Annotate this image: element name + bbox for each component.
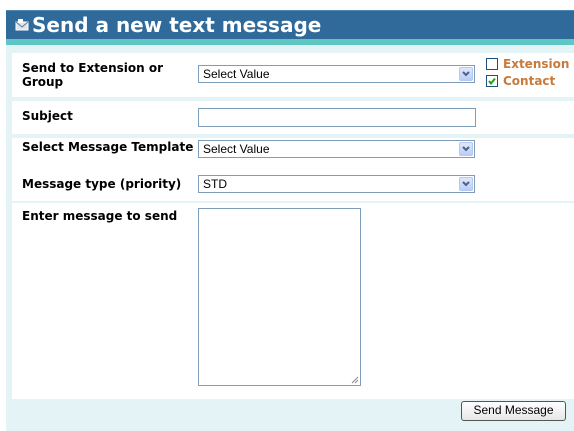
message-row: Enter message to send [12,203,574,399]
extension-checkbox[interactable] [486,58,498,70]
template-label: Select Message Template [22,140,194,154]
send-to-row: Send to Extension or Group Select Value … [12,53,574,97]
message-textarea[interactable] [198,208,361,386]
template-select[interactable]: Select Value [198,140,475,158]
send-to-select-value: Select Value [203,67,270,81]
template-select-value: Select Value [203,142,270,156]
send-to-select[interactable]: Select Value [198,65,475,83]
envelope-icon [15,19,29,31]
send-to-label: Send to Extension or Group [22,61,163,89]
message-label: Enter message to send [22,209,178,223]
message-type-label: Message type (priority) [22,177,182,191]
header-accent-band [6,39,574,45]
resize-handle-icon[interactable] [351,376,359,384]
panel-header: Send a new text message [6,10,574,39]
chevron-down-icon[interactable] [459,177,473,191]
checkmark-icon [488,77,496,86]
chevron-down-icon[interactable] [459,67,473,81]
subject-row: Subject [12,101,574,134]
contact-checkbox[interactable] [486,75,498,87]
subject-label: Subject [22,109,73,123]
send-message-button[interactable]: Send Message [461,401,566,421]
contact-checkbox-label: Contact [503,74,556,88]
chevron-down-icon[interactable] [459,142,473,156]
template-row: Select Message Template Select Value [12,138,574,171]
message-type-row: Message type (priority) STD [12,171,574,201]
message-type-select[interactable]: STD [198,175,475,193]
extension-checkbox-label: Extension [503,57,570,71]
message-type-select-value: STD [203,177,227,191]
page-title: Send a new text message [32,13,322,37]
subject-input[interactable] [198,108,476,127]
send-message-panel: Send a new text message Send to Extensio… [6,10,574,431]
